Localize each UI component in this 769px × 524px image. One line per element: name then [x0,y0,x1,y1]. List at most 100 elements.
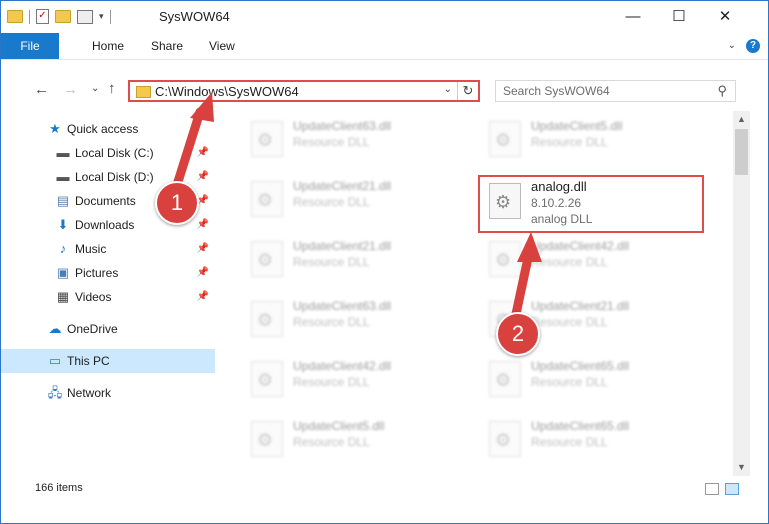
nav-item-onedrive[interactable]: ☁ OneDrive [1,317,215,341]
address-bar[interactable]: C:\Windows\SysWOW64 ⌄ ↻ [128,80,480,102]
file-item[interactable]: ⚙ UpdateClient5.dll Resource DLL [241,415,461,463]
pin-icon: 📌 [196,291,209,302]
nav-label: OneDrive [67,322,118,336]
tab-home[interactable]: Home [92,33,124,59]
dll-file-icon: ⚙ [251,181,283,217]
gear-icon: ⚙ [257,130,274,150]
file-name: UpdateClient5.dll [531,119,623,133]
nav-label: Network [67,386,112,400]
vertical-scrollbar[interactable]: ▲ ▼ [733,111,750,476]
file-type: Resource DLL [293,435,370,449]
close-button[interactable]: ✕ [702,1,748,33]
nav-label: Local Disk (C:) [75,146,154,160]
new-folder-icon[interactable] [55,10,71,23]
file-type: Resource DLL [293,135,370,149]
dll-file-icon: ⚙ [489,421,521,457]
nav-item-this-pc[interactable]: ▭ This PC [1,349,215,373]
dll-file-icon: ⚙ [251,121,283,157]
file-item[interactable]: ⚙ UpdateClient42.dll Resource DLL [241,355,461,403]
dll-file-icon: ⚙ [251,421,283,457]
file-item[interactable]: ⚙ UpdateClient21.dll Resource DLL [241,175,461,223]
address-path[interactable]: C:\Windows\SysWOW64 [155,84,299,99]
tab-share[interactable]: Share [151,33,183,59]
gear-icon: ⚙ [257,430,274,450]
dll-file-icon: ⚙ [489,241,521,277]
tab-file[interactable]: File [1,33,59,59]
file-type: Resource DLL [531,135,608,149]
film-icon: ▦ [56,289,70,304]
minimize-button[interactable]: — [610,1,656,33]
file-item[interactable]: ⚙ UpdateClient42.dll Resource DLL [479,235,699,283]
file-name: UpdateClient42.dll [293,359,392,373]
music-note-icon: ♪ [59,241,67,256]
file-name: UpdateClient21.dll [293,239,392,253]
step-badge-1: 1 [155,181,199,225]
scroll-up-arrow-icon[interactable]: ▲ [733,111,750,128]
nav-label: Downloads [75,218,135,232]
gear-icon: ⚙ [495,370,512,390]
nav-item-network[interactable]: 🖧 Network [1,381,215,405]
refresh-icon[interactable]: ↻ [457,82,478,100]
quick-access-toolbar: ✓ ▾ [7,9,111,24]
explorer-window: ✓ ▾ SysWOW64 — ☐ ✕ File Home Share View … [0,0,769,524]
dll-file-icon: ⚙ [251,301,283,337]
pin-icon: 📌 [196,243,209,254]
file-name: UpdateClient21.dll [293,179,392,193]
search-icon[interactable]: ⚲ [717,83,727,99]
file-name: UpdateClient65.dll [531,419,630,433]
scroll-down-arrow-icon[interactable]: ▼ [733,459,750,476]
file-item[interactable]: ⚙ UpdateClient21.dll Resource DLL [241,235,461,283]
status-bar: 166 items [1,478,768,500]
nav-item-videos[interactable]: ▦ Videos 📌 [1,285,215,309]
file-item[interactable]: ⚙ UpdateClient63.dll Resource DLL [241,115,461,163]
documents-icon: ▤ [56,193,70,208]
details-view-icon[interactable] [705,483,719,495]
drive-icon: ▬ [56,145,70,160]
gear-icon: ⚙ [257,310,274,330]
file-item[interactable]: ⚙ UpdateClient63.dll Resource DLL [241,295,461,343]
nav-label: Pictures [75,266,119,280]
network-icon: 🖧 [47,385,63,400]
nav-item-music[interactable]: ♪ Music 📌 [1,237,215,261]
forward-arrow-icon[interactable]: → [63,81,78,98]
help-icon[interactable]: ? [746,39,760,53]
tab-view[interactable]: View [209,33,235,59]
file-name: UpdateClient21.dll [531,299,630,313]
scrollbar-thumb[interactable] [735,129,748,175]
search-input[interactable]: Search SysWOW64 [503,84,610,98]
nav-label: Quick access [67,122,139,136]
item-count: 166 items [35,482,83,494]
address-dropdown-chevron-icon[interactable]: ⌄ [444,84,452,95]
dll-file-icon: ⚙ [489,121,521,157]
pin-icon: 📌 [196,171,209,182]
nav-item-pictures[interactable]: ▣ Pictures 📌 [1,261,215,285]
gear-icon: ⚙ [495,430,512,450]
properties-check-icon[interactable]: ✓ [36,9,49,24]
title-bar: ✓ ▾ SysWOW64 — ☐ ✕ [1,1,768,33]
properties-icon[interactable] [77,9,93,24]
expand-ribbon-chevron-icon[interactable]: ⌄ [728,33,736,59]
large-icons-view-icon[interactable] [725,483,739,495]
nav-item-local-disk-c[interactable]: ▬ Local Disk (C:) 📌 [1,141,215,165]
drive-icon: ▬ [56,169,70,184]
gear-icon: ⚙ [257,370,274,390]
file-item[interactable]: ⚙ UpdateClient5.dll Resource DLL [479,115,699,163]
nav-label: Music [75,242,107,256]
file-item[interactable]: ⚙ UpdateClient65.dll Resource DLL [479,415,699,463]
up-arrow-icon[interactable]: ↑ [108,80,116,97]
file-type: Resource DLL [531,375,608,389]
file-type: Resource DLL [293,195,370,209]
gear-icon: ⚙ [257,250,274,270]
file-item[interactable]: ⚙ UpdateClient65.dll Resource DLL [479,355,699,403]
back-arrow-icon[interactable]: ← [34,81,49,98]
maximize-button[interactable]: ☐ [656,1,702,33]
file-name: UpdateClient5.dll [293,419,385,433]
customize-toolbar-chevron-icon[interactable]: ▾ [99,11,104,22]
search-box[interactable]: Search SysWOW64 ⚲ [495,80,736,102]
step-badge-2: 2 [496,312,540,356]
pin-icon: 📌 [196,267,209,278]
recent-locations-chevron-icon[interactable]: ⌄ [91,83,99,94]
nav-quick-access[interactable]: ★ Quick access [1,117,215,141]
folder-icon [7,10,23,23]
computer-icon: ▭ [48,353,62,368]
